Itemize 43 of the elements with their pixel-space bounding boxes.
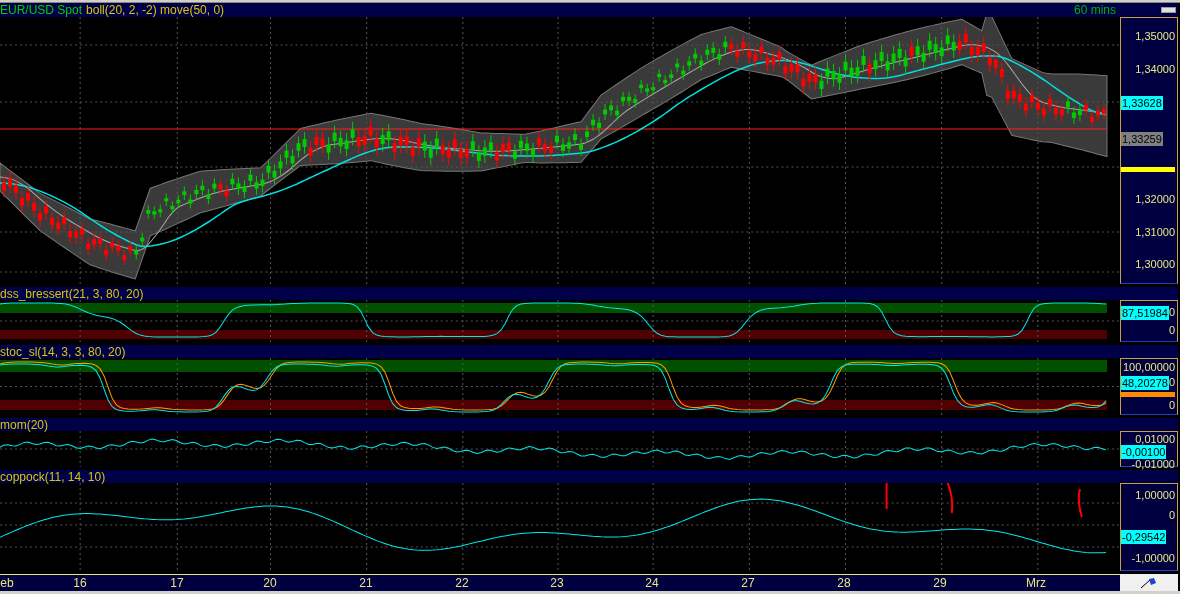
indicator-title: dss_bressert(21, 3, 80, 20) [0,287,144,300]
axis-label: -0,01000 [1131,459,1176,471]
axis-label: 0 [1168,325,1176,337]
value-tag: 1,33628 [1121,96,1163,111]
value-tag: 87,51984 [1121,305,1169,320]
date-label: 21 [359,577,373,590]
indicator-title: mom(20) [0,418,48,431]
axis-label: 1,35000 [1135,30,1176,42]
value-tag: 48,20278 [1121,375,1169,390]
date-label: 29 [933,577,947,590]
date-label: 17 [170,577,184,590]
flag-button[interactable] [1120,574,1178,592]
flag-icon [1140,576,1158,589]
date-label: 16 [73,577,87,590]
date-label: 27 [741,577,755,590]
indicator-title: stoc_sl(14, 3, 3, 80, 20) [0,345,126,358]
axis-label: 0 [1168,510,1176,522]
date-label: 24 [645,577,659,590]
window-button[interactable] [1161,7,1176,14]
axis-label: 1,00000 [1135,490,1176,502]
symbol-label: EUR/USD Spot [0,4,83,17]
axis-label: 100,00000 [1123,362,1176,374]
axis-label: 1,32000 [1135,194,1176,205]
date-label: 23 [550,577,564,590]
axis-label: 1,31000 [1135,226,1176,238]
date-label: Mrz [1026,577,1046,590]
date-label: eb [0,577,14,590]
timeframe-label: 60 mins [1073,4,1117,17]
axis-label: 0 [1168,377,1176,389]
axis-label: 0 [1168,307,1176,319]
axis-label: 1,30000 [1135,259,1176,271]
study-label: boll(20, 2, -2) move(50, 0) [86,4,225,17]
value-tag: -0,29542 [1121,529,1167,544]
axis-label: 0,01000 [1135,434,1176,446]
indicator-title: coppock(11, 14, 10) [0,470,106,483]
axis-label: 1,34000 [1135,63,1176,75]
axis-label: -1,00000 [1131,552,1176,564]
date-label: 20 [263,577,277,590]
date-label: 28 [837,577,851,590]
axis-label: 0 [1168,399,1176,411]
value-tag: -0,00100 [1121,445,1167,460]
date-label: 22 [455,577,469,590]
value-tag: 1,33259 [1121,131,1163,146]
